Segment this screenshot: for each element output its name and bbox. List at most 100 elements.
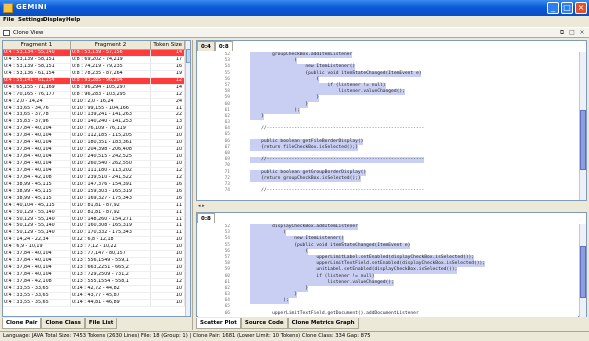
table-row[interactable]: 0:4 : 53,134 - 55,140 0:8 : 53,139 - 57,1… [3,50,185,57]
code-top-thumb[interactable] [580,110,586,170]
table-row[interactable]: 0:4 : 14,24 - 22,34 0:12 : 6,8 - 12,18 10 [3,237,185,245]
fragment-1-cell: 0:4 : 53,134 - 55,140 [3,50,71,56]
header-fragment-2[interactable]: Fragment 2 [71,41,151,50]
table-row[interactable]: 0:4 : 6,9 - 10,19 0:13 : 7,12 - 10,22 10 [3,244,185,252]
fragment-1-cell: 0:4 : 50,129 - 55,140 [3,216,71,223]
table-row[interactable]: 0:4 : 37,84 - 40,104 0:10 : 260,540 - 262… [3,161,185,168]
table-row[interactable]: 0:4 : 33,55 - 33,65 0:14 : 43,77 - 45,87 1… [3,292,185,300]
token-size-cell: 10 [151,237,185,244]
table-row[interactable]: 0:4 : 37,84 - 40,104 0:13 : 77,147 - 80,1… [3,251,185,259]
table-row[interactable]: 0:4 : 37,84 - 42,108 0:13 : 555,1554 - 55… [3,278,185,286]
table-row[interactable]: 0:4 : 35,83 - 37,96 0:10 : 140,240 - 141,… [3,119,185,127]
tab-clone-metrics-graph[interactable]: Clone Metrics Graph [287,318,359,329]
tab-clone-class[interactable]: Clone Class [41,318,85,329]
token-size-cell: 10 [151,133,185,140]
token-size-cell: 16 [151,195,185,202]
splitter[interactable] [192,40,195,330]
fragment-1-cell: 0:4 : 37,84 - 40,104 [3,265,71,271]
title-bar: GEMINI _ □ × [0,0,589,16]
table-row[interactable]: 0:4 : 38,99 - 45,115 0:10 : 147,376 - 154… [3,181,185,189]
tab-clone-pair[interactable]: Clone Pair [2,318,42,329]
table-row[interactable]: 0:4 : 50,129 - 55,140 0:10 : 81,81 - 87,9… [3,209,185,217]
maximize-icon[interactable]: □ [568,29,576,37]
token-size-cell: 14 [151,84,185,91]
table-row[interactable]: 0:4 : 33,55 - 33,65 0:14 : 42,72 - 44,82 1… [3,285,185,293]
header-token-size[interactable]: Token Size [151,41,185,50]
menu-display[interactable]: Display [43,17,66,23]
code-bottom-scrollbar[interactable] [579,224,586,317]
table-row[interactable]: 0:4 : 37,84 - 42,108 0:10 : 239,510 - 241… [3,174,185,182]
header-fragment-1[interactable]: Fragment 1 [3,41,71,50]
table-row[interactable]: 0:4 : 2,0 - 14,24 0:10 : 2,0 - 16,24 24 [3,98,185,106]
table-row[interactable]: 0:4 : 37,84 - 40,104 0:10 : 240,515 - 242… [3,154,185,161]
fragment-1-cell: 0:4 : 33,55 - 33,65 [3,292,71,299]
fragment-2-cell: 0:10 : 81,81 - 87,92 [71,202,151,209]
table-row[interactable]: 0:4 : 33,55 - 35,65 0:14 : 44,81 - 46,89 1… [3,299,185,307]
fragment-2-cell: 0:8 : 69,202 - 74,219 [71,56,151,63]
table-row[interactable]: 0:4 : 65,155 - 71,169 0:8 : 96,294 - 105,… [3,84,185,92]
table-row[interactable]: 0:4 : 38,99 - 45,115 0:10 : 169,327 - 175… [3,195,185,203]
table-row[interactable]: 0:4 : 37,84 - 40,104 0:10 : 204,398 - 206… [3,147,185,155]
table-scrollbar[interactable] [185,41,190,316]
code-top-scrollbar[interactable] [579,52,586,200]
source-pane-bottom: 0:8 52 displayCheckBox.addItemListener 53… [196,212,587,317]
table-row[interactable]: 0:4 : 55,141 - 61,154 0:8 : 93,285 - 96,2… [3,77,185,85]
code-text: //--------------------------------------… [250,188,425,194]
token-size-cell: 12 [151,77,185,84]
table-row[interactable]: 0:4 : 53,136 - 61,154 0:8 : 78,235 - 87,2… [3,70,185,78]
table-row[interactable]: 0:4 : 70,165 - 76,177 0:8 : 96,283 - 103,… [3,91,185,99]
close-button[interactable]: × [575,2,587,14]
file-tab[interactable]: 0:8 [197,213,215,223]
table-row[interactable]: 0:4 : 37,84 - 40,104 0:10 : 112,185 - 115… [3,133,185,141]
table-row[interactable]: 0:4 : 38,99 - 45,115 0:10 : 159,303 - 165… [3,188,185,196]
table-row[interactable]: 0:4 : 37,84 - 40,104 0:13 : 663,2251 - 66… [3,265,185,272]
scroll-thumb[interactable] [186,49,190,63]
code-bottom-thumb[interactable] [580,246,586,298]
code-view-bottom: 52 displayCheckBox.addItemListener 53 (54… [198,224,578,317]
fragment-1-cell: 0:4 : 50,129 - 55,140 [3,209,71,216]
menu-help[interactable]: Help [66,17,80,23]
table-row[interactable]: 0:4 : 53,139 - 58,151 0:8 : 74,219 - 79,2… [3,63,185,71]
code-text: //--------------------------------------… [250,126,425,132]
table-row[interactable]: 0:4 : 40,104 - 45,115 0:10 : 81,81 - 87,9… [3,202,185,210]
restore-icon[interactable]: ⧉ [558,29,566,37]
fragment-1-cell: 0:4 : 40,104 - 45,115 [3,202,71,209]
code-text: } [250,113,264,121]
fragment-2-cell: 0:13 : 663,2251 - 665,2 [71,265,151,271]
table-row[interactable]: 0:4 : 37,84 - 40,104 0:10 : 180,351 - 183… [3,140,185,148]
table-row[interactable]: 0:4 : 33,65 - 34,76 0:10 : 99,155 - 104,1… [3,105,185,113]
menu-settings[interactable]: Settings [18,17,44,23]
divider-arrows-icon[interactable]: ◂ ▸ [198,203,205,209]
fragment-2-cell: 0:8 : 53,139 - 57,156 [71,50,151,56]
fragment-1-cell: 0:4 : 14,24 - 22,34 [3,237,71,244]
file-tab[interactable]: 0:4 [197,41,215,51]
table-row[interactable]: 0:4 : 50,129 - 55,140 0:10 : 160,308 - 16… [3,223,185,231]
table-row[interactable]: 0:4 : 33,65 - 37,78 0:10 : 139,241 - 141,… [3,112,185,120]
table-row[interactable]: 0:4 : 37,84 - 40,104 0:13 : 729,2509 - 73… [3,272,185,279]
token-size-cell: 10 [151,126,185,133]
token-size-cell: 10 [151,244,185,251]
fragment-2-cell: 0:10 : 170,332 - 175,343 [71,230,151,237]
file-tab[interactable]: 0:8 [214,41,233,51]
table-row[interactable]: 0:4 : 37,84 - 40,104 0:10 : 76,109 - 76,1… [3,126,185,134]
clone-view-title: Clone View [13,30,44,36]
tab-scatter-plot[interactable]: Scatter Plot [196,318,241,329]
table-row[interactable]: 0:4 : 50,129 - 55,140 0:10 : 148,260 - 15… [3,216,185,224]
tab-source-code[interactable]: Source Code [240,318,288,329]
fragment-1-cell: 0:4 : 37,84 - 42,108 [3,278,71,285]
tab-file-list[interactable]: File List [84,318,118,329]
table-row[interactable]: 0:4 : 50,129 - 55,140 0:10 : 170,332 - 17… [3,230,185,238]
fragment-1-cell: 0:4 : 65,155 - 71,169 [3,84,71,91]
pane-divider[interactable]: ◂ ▸ [196,201,587,212]
close-icon[interactable]: × [578,29,586,37]
minimize-button[interactable]: _ [547,2,559,14]
fragment-2-cell: 0:10 : 260,540 - 262,550 [71,161,151,167]
token-size-cell: 10 [151,161,185,167]
token-size-cell: 11 [151,105,185,112]
menu-file[interactable]: File [3,17,14,23]
table-row[interactable]: 0:4 : 37,84 - 40,104 0:13 : 556,1549 - 55… [3,258,185,266]
table-row[interactable]: 0:4 : 37,84 - 40,104 0:10 : 111,180 - 113… [3,167,185,175]
table-row[interactable]: 0:4 : 53,139 - 58,151 0:8 : 69,202 - 74,2… [3,56,185,64]
fragment-1-cell: 0:4 : 35,83 - 37,96 [3,119,71,126]
maximize-button[interactable]: □ [561,2,573,14]
